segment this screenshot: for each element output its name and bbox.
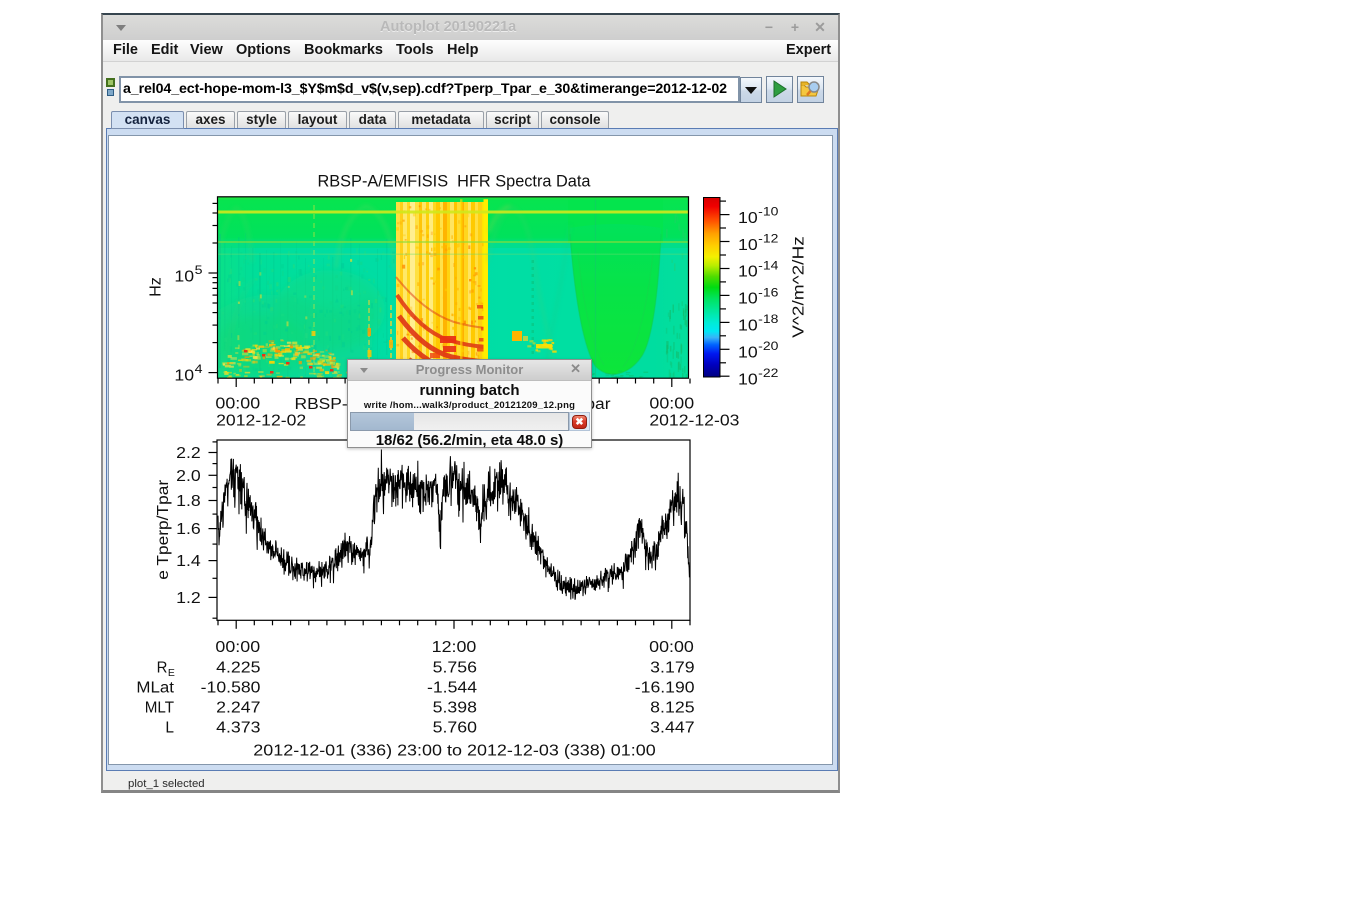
svg-text:10: 10 (174, 269, 194, 286)
svg-text:10: 10 (738, 291, 758, 308)
svg-text:Hz: Hz (148, 277, 165, 297)
svg-text:00:00: 00:00 (215, 396, 260, 413)
svg-text:-1.544: -1.544 (427, 679, 477, 696)
svg-text:e Tperp/Tpar: e Tperp/Tpar (155, 480, 172, 580)
svg-text:5.760: 5.760 (433, 719, 478, 736)
svg-text:-12: -12 (758, 231, 778, 245)
svg-text:10: 10 (738, 318, 758, 335)
svg-text:5: 5 (195, 263, 203, 277)
svg-text:2.0: 2.0 (176, 468, 201, 485)
svg-text:5.756: 5.756 (433, 659, 477, 676)
svg-text:MLat: MLat (136, 679, 174, 696)
svg-text:10: 10 (738, 345, 758, 362)
svg-text:10: 10 (738, 372, 758, 389)
svg-text:1.8: 1.8 (176, 493, 201, 510)
svg-text:1.6: 1.6 (176, 521, 201, 538)
svg-text:-16: -16 (758, 285, 778, 299)
svg-text:L: L (165, 719, 174, 736)
svg-text:00:00: 00:00 (649, 639, 694, 656)
svg-text:2012-12-02: 2012-12-02 (216, 413, 306, 430)
svg-text:2.2: 2.2 (176, 445, 201, 462)
svg-text:MLT: MLT (145, 699, 175, 716)
svg-text:3.447: 3.447 (650, 719, 694, 736)
svg-text:1.4: 1.4 (176, 553, 201, 570)
svg-text:RBSP-A/EMFISIS HFR Spectra Da: RBSP-A/EMFISIS HFR Spectra Data (318, 173, 592, 191)
svg-text:-18: -18 (758, 312, 778, 326)
svg-text:-14: -14 (758, 258, 778, 272)
svg-text:1.2: 1.2 (176, 590, 201, 607)
svg-text:4.373: 4.373 (216, 719, 260, 736)
svg-text:4.225: 4.225 (216, 659, 260, 676)
svg-text:V^2/m^2/Hz: V^2/m^2/Hz (791, 236, 808, 338)
svg-text:-16.190: -16.190 (635, 679, 695, 696)
svg-text:R: R (157, 659, 168, 676)
svg-text:-20: -20 (758, 339, 778, 353)
svg-text:E: E (168, 667, 175, 679)
svg-text:-22: -22 (758, 366, 778, 380)
svg-text:10: 10 (738, 237, 758, 254)
svg-text:00:00: 00:00 (649, 396, 694, 413)
svg-text:10: 10 (174, 368, 194, 385)
svg-text:4: 4 (195, 362, 203, 376)
svg-text:5.398: 5.398 (433, 699, 477, 716)
svg-text:8.125: 8.125 (650, 699, 694, 716)
svg-text:2012-12-01 (336) 23:00 to 2012: 2012-12-01 (336) 23:00 to 2012-12-03 (33… (253, 743, 656, 760)
svg-text:2012-12-03: 2012-12-03 (649, 413, 739, 430)
svg-text:10: 10 (738, 264, 758, 281)
svg-text:3.179: 3.179 (650, 659, 694, 676)
svg-text:10: 10 (738, 210, 758, 227)
svg-text:-10: -10 (758, 204, 778, 218)
svg-text:-10.580: -10.580 (201, 679, 261, 696)
svg-text:12:00: 12:00 (432, 639, 477, 656)
svg-text:00:00: 00:00 (215, 639, 260, 656)
svg-text:2.247: 2.247 (216, 699, 260, 716)
